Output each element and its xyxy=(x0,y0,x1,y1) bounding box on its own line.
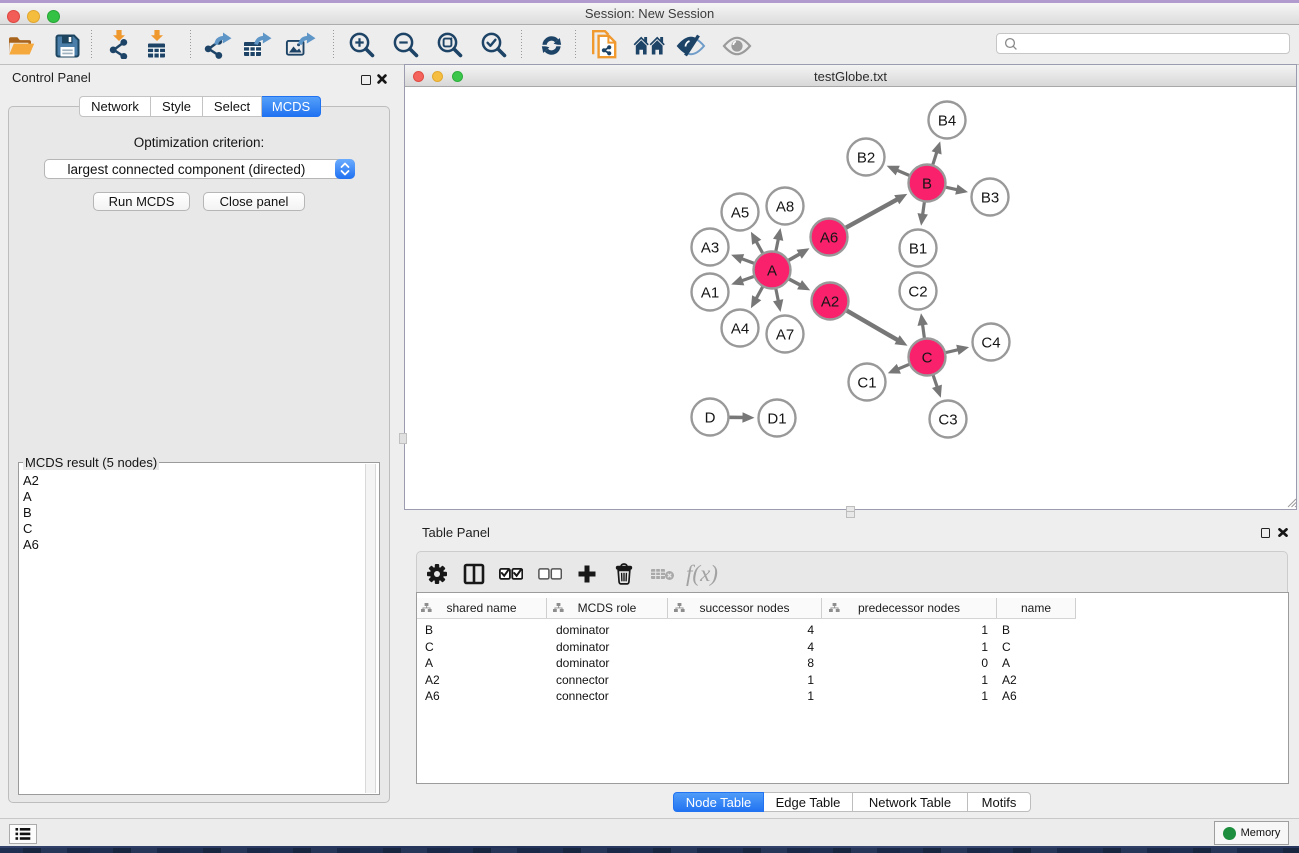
svg-text:C: C xyxy=(922,350,933,367)
svg-text:C4: C4 xyxy=(981,335,1000,352)
svg-text:C1: C1 xyxy=(857,375,876,392)
svg-text:A7: A7 xyxy=(776,327,794,344)
svg-text:B1: B1 xyxy=(909,241,927,258)
svg-text:D1: D1 xyxy=(767,411,786,428)
svg-text:A1: A1 xyxy=(701,285,719,302)
svg-text:A2: A2 xyxy=(821,294,839,311)
svg-text:A6: A6 xyxy=(820,230,838,247)
svg-text:B4: B4 xyxy=(938,113,956,130)
svg-text:C2: C2 xyxy=(908,284,927,301)
svg-text:B2: B2 xyxy=(857,150,875,167)
svg-text:C3: C3 xyxy=(938,412,957,429)
svg-text:A3: A3 xyxy=(701,240,719,257)
svg-text:B: B xyxy=(922,176,932,193)
svg-text:A: A xyxy=(767,263,777,280)
svg-text:A8: A8 xyxy=(776,199,794,216)
svg-text:D: D xyxy=(705,410,716,427)
svg-text:A5: A5 xyxy=(731,205,749,222)
svg-text:B3: B3 xyxy=(981,190,999,207)
svg-text:A4: A4 xyxy=(731,321,749,338)
